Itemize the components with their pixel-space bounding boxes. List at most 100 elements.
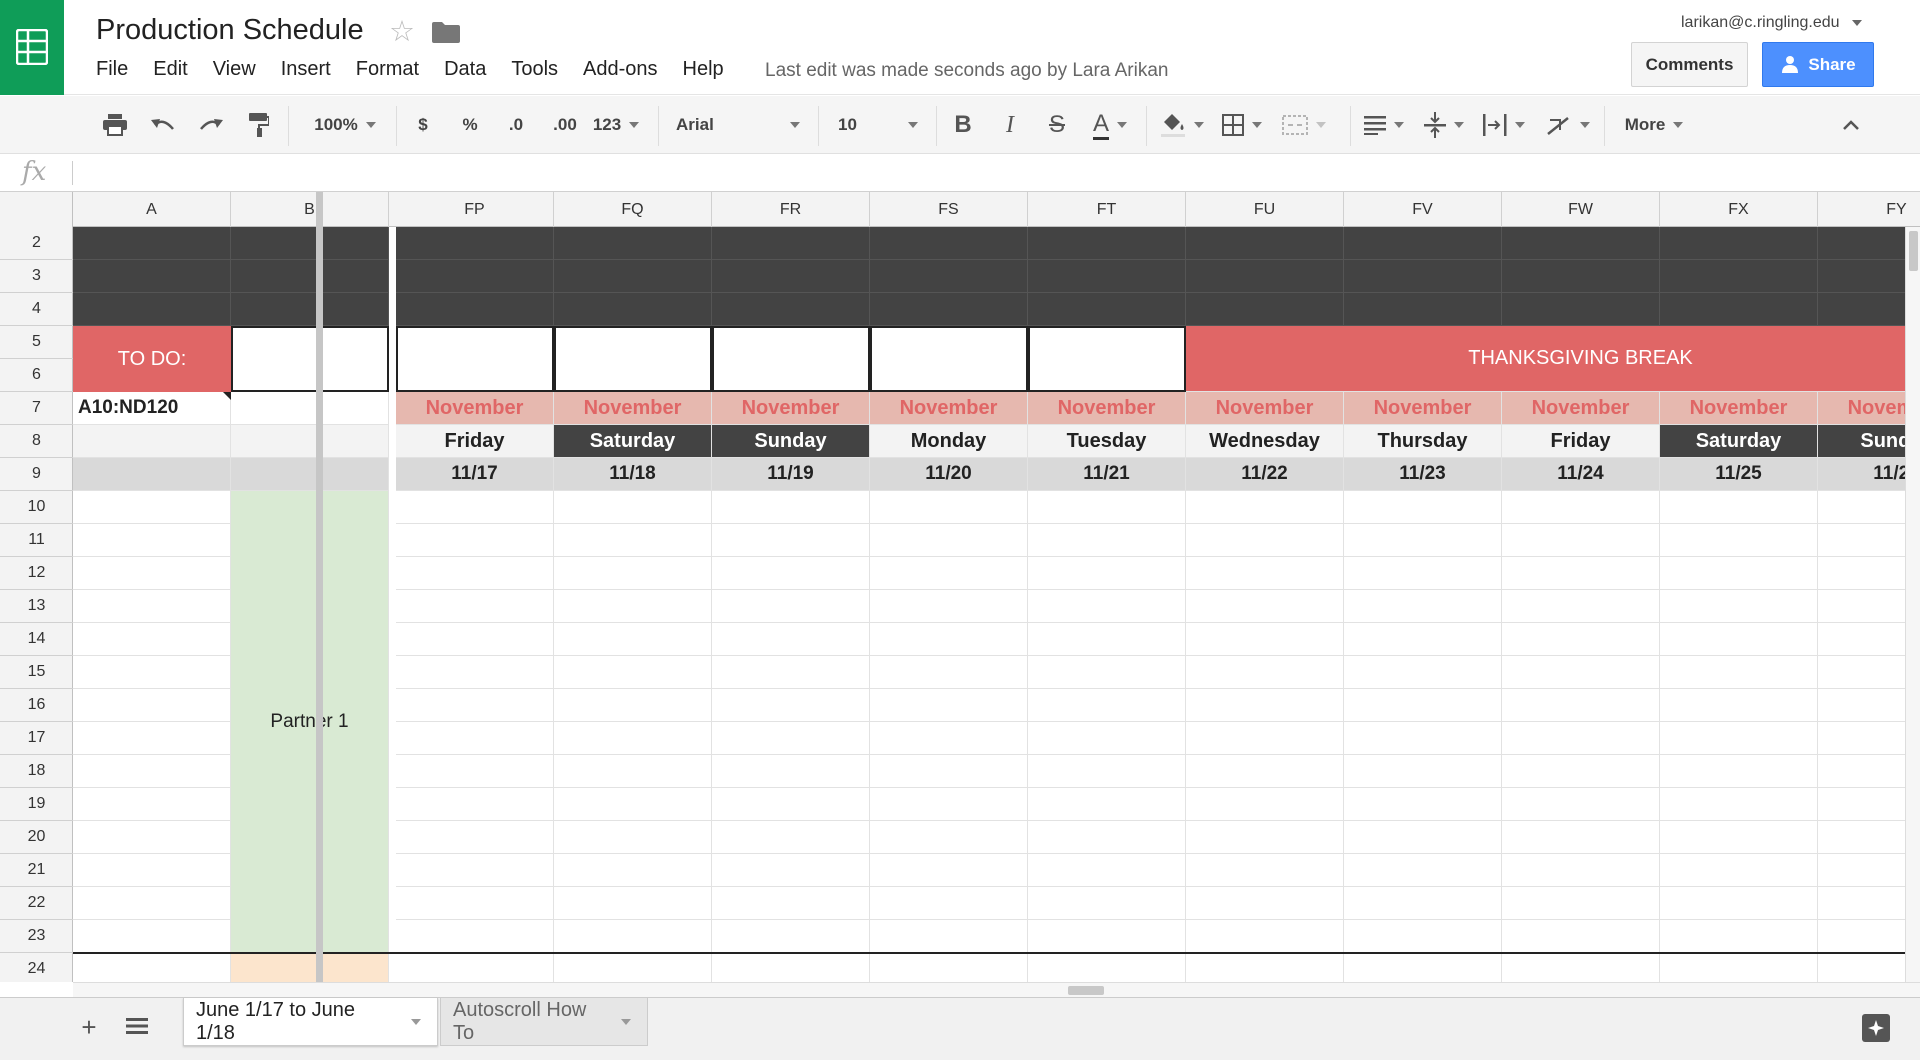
weekday-cell[interactable]: Saturday [554, 425, 712, 458]
cell[interactable] [1502, 623, 1660, 656]
cell[interactable] [73, 656, 231, 689]
cell[interactable] [554, 524, 712, 557]
cell[interactable] [1028, 722, 1186, 755]
cell[interactable] [396, 854, 554, 887]
date-cell[interactable]: 11/18 [554, 458, 712, 491]
cell[interactable] [73, 623, 231, 656]
row-header[interactable]: 16 [0, 689, 73, 722]
row-header[interactable]: 13 [0, 590, 73, 623]
header-dark-cell[interactable] [231, 227, 389, 260]
cell[interactable] [1028, 788, 1186, 821]
column-header[interactable]: FU [1186, 192, 1344, 227]
cell[interactable] [1502, 590, 1660, 623]
header-dark-cell[interactable] [1344, 227, 1502, 260]
cell[interactable] [73, 854, 231, 887]
cell[interactable] [1660, 953, 1818, 982]
menu-help[interactable]: Help [683, 58, 724, 81]
chevron-down-icon[interactable] [411, 1018, 421, 1025]
cell[interactable] [554, 887, 712, 920]
weekday-cell[interactable]: Wednesday [1186, 425, 1344, 458]
range-label-cell[interactable]: A10:ND120 [73, 392, 231, 425]
horizontal-align-icon[interactable] [1360, 96, 1408, 154]
cell[interactable] [73, 491, 231, 524]
cell[interactable] [712, 788, 870, 821]
cell[interactable] [73, 953, 231, 982]
cell[interactable] [1186, 755, 1344, 788]
vertical-scroll-thumb[interactable] [1909, 231, 1918, 271]
vertical-align-icon[interactable] [1420, 96, 1468, 154]
todo-cell[interactable]: TO DO: [73, 326, 231, 392]
cell[interactable] [554, 623, 712, 656]
cell[interactable] [712, 854, 870, 887]
cell[interactable] [73, 425, 231, 458]
row-header[interactable]: 19 [0, 788, 73, 821]
cell[interactable] [1344, 491, 1502, 524]
header-dark-cell[interactable] [554, 260, 712, 293]
partner-cell[interactable]: Partner 1 [231, 491, 389, 953]
todo-box[interactable] [231, 326, 389, 392]
cell[interactable] [712, 953, 870, 982]
cell[interactable] [396, 623, 554, 656]
header-dark-cell[interactable] [1186, 293, 1344, 326]
cell[interactable] [1344, 689, 1502, 722]
cell[interactable] [1660, 590, 1818, 623]
cell[interactable] [73, 722, 231, 755]
cell[interactable] [1660, 821, 1818, 854]
row-header[interactable]: 10 [0, 491, 73, 524]
comments-button[interactable]: Comments [1631, 42, 1748, 87]
row-header[interactable]: 7 [0, 392, 73, 425]
cell[interactable] [712, 524, 870, 557]
column-header[interactable]: FQ [554, 192, 712, 227]
horizontal-scrollbar[interactable] [73, 982, 1920, 997]
column-header[interactable]: FY [1818, 192, 1920, 227]
weekday-cell[interactable]: Saturday [1660, 425, 1818, 458]
cell[interactable] [1344, 557, 1502, 590]
cell[interactable] [1344, 656, 1502, 689]
cell[interactable] [1660, 623, 1818, 656]
cell[interactable] [870, 656, 1028, 689]
cell[interactable] [73, 920, 231, 953]
weekday-cell[interactable]: Friday [396, 425, 554, 458]
cell[interactable] [712, 590, 870, 623]
cell[interactable] [1502, 689, 1660, 722]
cell[interactable] [712, 557, 870, 590]
cell[interactable] [1186, 920, 1344, 953]
row-header[interactable]: 12 [0, 557, 73, 590]
all-sheets-icon[interactable] [126, 1017, 148, 1040]
menu-tools[interactable]: Tools [511, 58, 558, 81]
cell[interactable] [1186, 656, 1344, 689]
cell[interactable] [396, 920, 554, 953]
column-header[interactable]: FW [1502, 192, 1660, 227]
weekday-cell[interactable]: Thursday [1344, 425, 1502, 458]
cell[interactable] [1186, 821, 1344, 854]
cell[interactable] [1028, 557, 1186, 590]
column-header[interactable]: FR [712, 192, 870, 227]
cell[interactable] [1344, 854, 1502, 887]
menu-insert[interactable]: Insert [281, 58, 331, 81]
column-header[interactable]: FV [1344, 192, 1502, 227]
header-dark-cell[interactable] [1186, 260, 1344, 293]
font-size-select[interactable]: 10 [830, 96, 926, 154]
cell[interactable] [231, 392, 389, 425]
menu-edit[interactable]: Edit [153, 58, 187, 81]
cell[interactable] [1502, 491, 1660, 524]
row-header[interactable]: 24 [0, 953, 73, 982]
header-dark-cell[interactable] [712, 293, 870, 326]
text-rotation-icon[interactable] [1542, 96, 1594, 154]
cell[interactable] [1028, 887, 1186, 920]
cell[interactable] [870, 689, 1028, 722]
cell[interactable] [1028, 656, 1186, 689]
vertical-scrollbar[interactable] [1905, 227, 1920, 982]
cell[interactable] [870, 722, 1028, 755]
row-header[interactable]: 6 [0, 359, 73, 392]
weekday-cell[interactable]: Friday [1502, 425, 1660, 458]
month-cell[interactable]: November [1344, 392, 1502, 425]
cell[interactable] [73, 821, 231, 854]
cell[interactable] [1660, 689, 1818, 722]
header-dark-cell[interactable] [1028, 227, 1186, 260]
row-header[interactable]: 5 [0, 326, 73, 359]
cell[interactable] [554, 953, 712, 982]
cell[interactable] [1186, 491, 1344, 524]
cell[interactable] [1502, 821, 1660, 854]
document-title[interactable]: Production Schedule [96, 14, 364, 47]
